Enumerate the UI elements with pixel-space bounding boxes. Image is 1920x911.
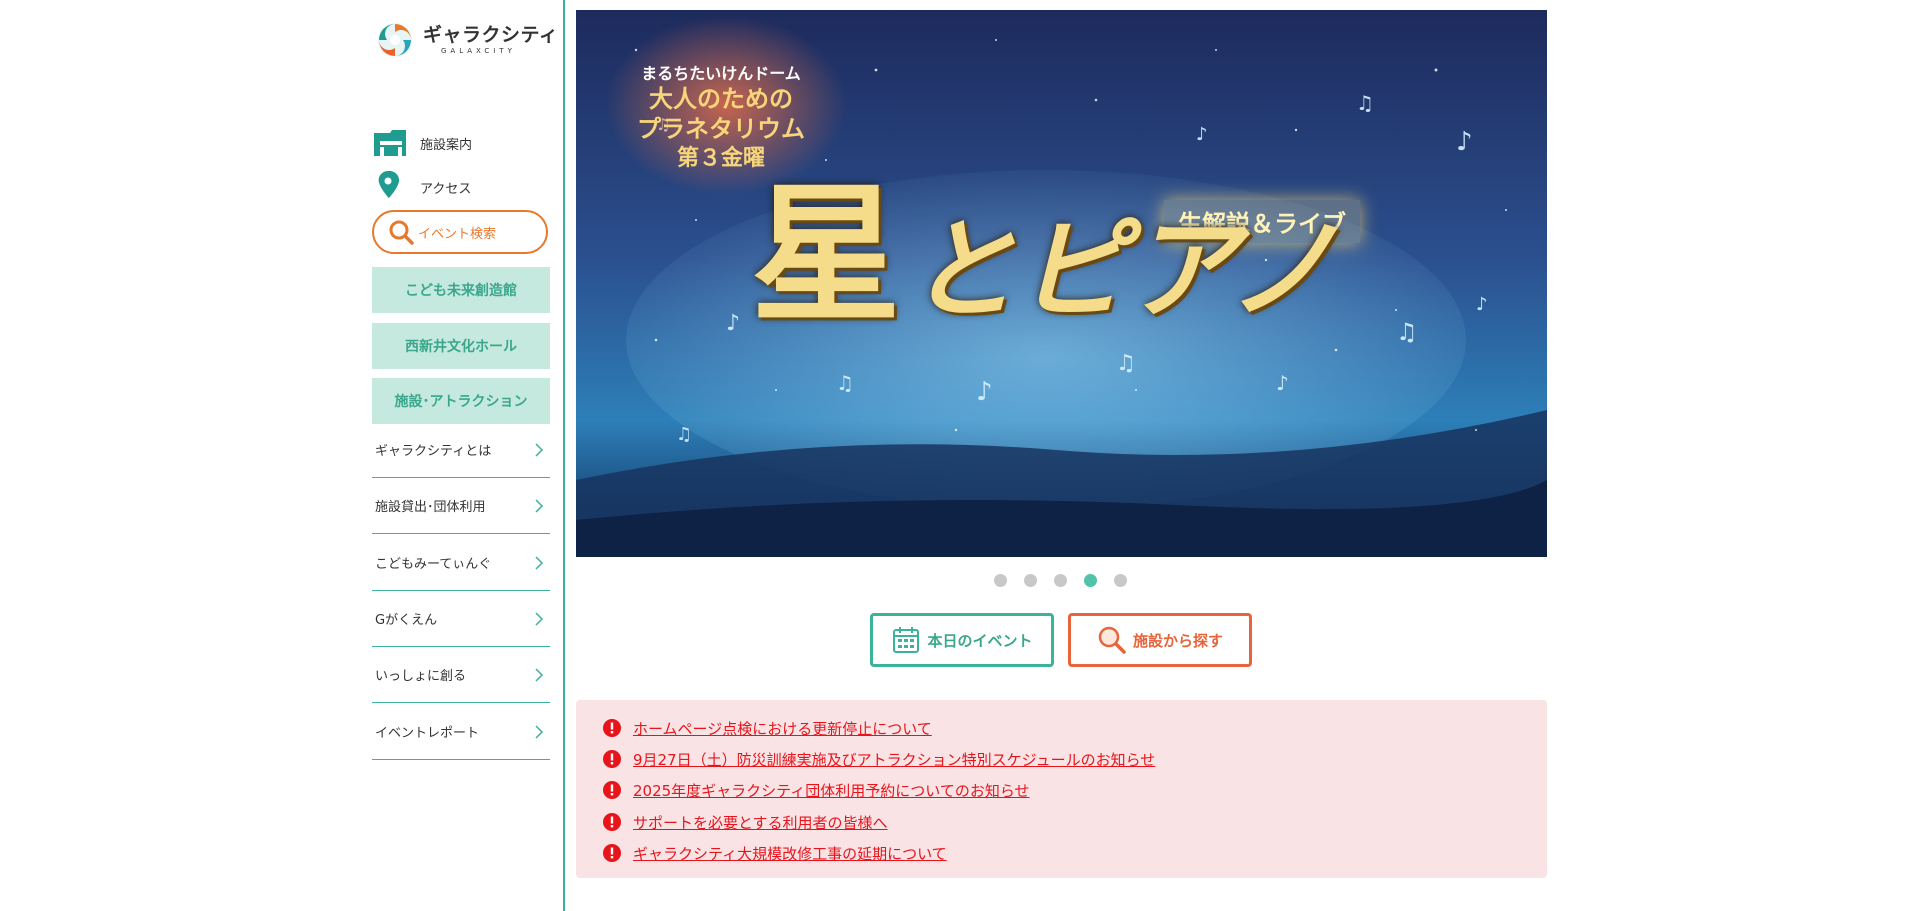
menu-item-g-gakuen[interactable]: Gがくえん (372, 591, 550, 647)
svg-text:♫: ♫ (676, 424, 692, 445)
notice-item: 9月27日（土）防災訓練実施及びアトラクション特別スケジュールのお知らせ (603, 747, 1155, 771)
menu-item-label: ギャラクシティとは (375, 444, 492, 459)
hero-title-main: 星 (751, 167, 902, 343)
nav-access[interactable]: アクセス (372, 170, 471, 204)
nishiarai-hall-button[interactable]: 西新井文化ホール (372, 323, 550, 369)
svg-text:♪: ♪ (976, 377, 993, 407)
logo-text-en: GALAXCITY (441, 47, 516, 55)
hero-title-rest: とピアノ (907, 205, 1338, 334)
carousel-dots (994, 574, 1127, 587)
galaxcity-logo-icon (378, 23, 412, 57)
site-logo[interactable]: ギャラクシティ GALAXCITY (373, 20, 558, 60)
nav-facility-guide[interactable]: 施設案内 (372, 126, 472, 160)
chevron-right-icon (535, 724, 544, 739)
facility-attraction-button[interactable]: 施設･アトラクション (372, 378, 550, 424)
chevron-right-icon (535, 442, 544, 457)
hero-badge: まるちたいけんドーム 大人のための プラネタリウム 第３金曜 (616, 60, 826, 172)
notice-item: ギャラクシティ大規模改修工事の延期について (603, 841, 947, 865)
notice-box: ホームページ点検における更新停止について 9月27日（土）防災訓練実施及びアトラ… (576, 700, 1547, 878)
svg-text:♪: ♪ (1276, 371, 1289, 395)
svg-text:♫: ♫ (836, 371, 854, 395)
menu-item-event-report[interactable]: イベントレポート (372, 704, 550, 760)
building-icon (372, 126, 408, 160)
alert-icon (603, 781, 621, 799)
menu-item-label: Gがくえん (375, 613, 438, 628)
today-events-button[interactable]: 本日のイベント (870, 613, 1054, 667)
sidebar-divider (563, 0, 565, 911)
magnifier-icon (1098, 626, 1126, 654)
search-by-facility-button[interactable]: 施設から探す (1068, 613, 1252, 667)
hero-badge-line1: まるちたいけんドーム (641, 64, 801, 83)
today-events-label: 本日のイベント (927, 631, 1033, 650)
nav-access-label: アクセス (420, 181, 472, 197)
calendar-icon (893, 627, 920, 653)
chevron-right-icon (535, 498, 544, 513)
svg-text:♫: ♫ (1116, 351, 1136, 376)
menu-item-label: こどもみーてぃんぐ (375, 557, 492, 572)
alert-icon (603, 844, 621, 862)
carousel-dot-4[interactable] (1084, 574, 1097, 587)
svg-text:♪: ♪ (726, 311, 740, 336)
map-pin-icon (372, 170, 408, 204)
svg-text:♫: ♫ (1396, 318, 1418, 346)
menu-item-label: いっしょに創る (375, 669, 467, 684)
carousel-dot-2[interactable] (1024, 574, 1037, 587)
notice-item: 2025年度ギャラクシティ団体利用予約についてのお知らせ (603, 778, 1030, 802)
carousel-dot-3[interactable] (1054, 574, 1067, 587)
notice-item: サポートを必要とする利用者の皆様へ (603, 810, 888, 834)
event-search-label: イベント検索 (418, 226, 497, 242)
hero-badge-line3: プラネタリウム (637, 114, 805, 143)
notice-link[interactable]: 2025年度ギャラクシティ団体利用予約についてのお知らせ (633, 780, 1030, 801)
hero-title: 星 とピアノ (751, 180, 1337, 330)
nav-facility-guide-label: 施設案内 (420, 137, 473, 153)
alert-icon (603, 750, 621, 768)
search-icon (389, 220, 414, 245)
logo-text-jp: ギャラクシティ (423, 24, 559, 46)
menu-item-about[interactable]: ギャラクシティとは (372, 422, 550, 478)
kodomo-mirai-button[interactable]: こども未来創造館 (372, 267, 550, 313)
menu-item-rental[interactable]: 施設貸出･団体利用 (372, 478, 550, 534)
alert-icon (603, 719, 621, 737)
menu-item-kodomo-meeting[interactable]: こどもみーてぃんぐ (372, 535, 550, 591)
carousel-dot-5[interactable] (1114, 574, 1127, 587)
carousel-dot-1[interactable] (994, 574, 1007, 587)
chevron-right-icon (535, 555, 544, 570)
notice-link[interactable]: サポートを必要とする利用者の皆様へ (633, 812, 888, 833)
chevron-right-icon (535, 611, 544, 626)
notice-item: ホームページ点検における更新停止について (603, 716, 932, 740)
svg-text:♫: ♫ (1356, 91, 1374, 115)
menu-item-create-together[interactable]: いっしょに創る (372, 647, 550, 703)
notice-link[interactable]: 9月27日（土）防災訓練実施及びアトラクション特別スケジュールのお知らせ (633, 749, 1155, 770)
search-by-facility-label: 施設から探す (1132, 631, 1223, 650)
event-search-button[interactable]: イベント検索 (372, 210, 548, 254)
notice-link[interactable]: ホームページ点検における更新停止について (633, 718, 932, 739)
hero-badge-line2: 大人のための (649, 84, 793, 113)
notice-link[interactable]: ギャラクシティ大規模改修工事の延期について (633, 843, 947, 864)
svg-text:♪: ♪ (1196, 124, 1208, 145)
chevron-right-icon (535, 667, 544, 682)
svg-text:♪: ♪ (1476, 294, 1488, 315)
hero-banner[interactable]: ♪♫ ♪♫ ♪♫ ♪♫ ♪♫ ♪♫ まるちたいけんドーム 大人のための プラネタ… (576, 10, 1547, 557)
menu-item-label: 施設貸出･団体利用 (375, 500, 486, 515)
svg-text:♪: ♪ (1456, 127, 1473, 157)
menu-item-label: イベントレポート (375, 726, 480, 741)
alert-icon (603, 813, 621, 831)
